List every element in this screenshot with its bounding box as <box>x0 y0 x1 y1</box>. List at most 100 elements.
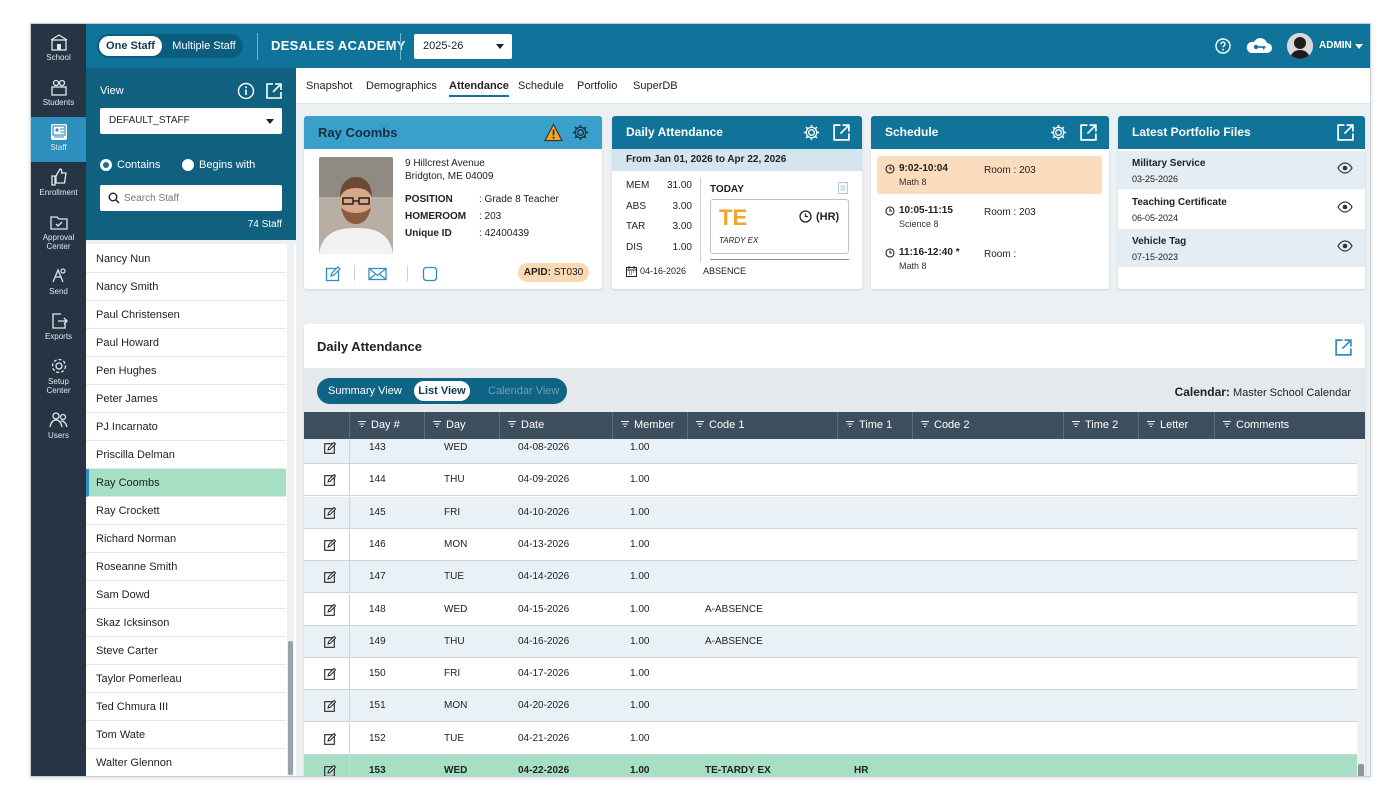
edit-icon[interactable] <box>324 765 336 777</box>
filter-icon[interactable] <box>921 421 929 427</box>
filter-icon[interactable] <box>508 421 516 427</box>
filter-icon[interactable] <box>1223 421 1231 427</box>
popout-icon[interactable] <box>1336 123 1355 142</box>
cloud-key-icon[interactable] <box>1244 36 1274 56</box>
message-icon[interactable] <box>422 266 438 282</box>
filter-icon[interactable] <box>358 421 366 427</box>
column-header-date[interactable]: Date <box>499 412 612 439</box>
eye-icon[interactable] <box>1337 162 1353 174</box>
column-header-letter[interactable]: Letter <box>1138 412 1214 439</box>
staff-list-item[interactable]: Steve Carter <box>86 637 286 665</box>
edit-icon[interactable] <box>324 506 336 519</box>
rail-item-send[interactable]: Send <box>31 261 86 306</box>
edit-icon[interactable] <box>324 732 336 745</box>
filter-icon[interactable] <box>696 421 704 427</box>
staff-list-item[interactable]: Richard Norman <box>86 525 286 553</box>
staff-list-item[interactable]: Nancy Nun <box>86 245 286 273</box>
school-year-select[interactable]: 2025-26 <box>414 34 512 59</box>
filter-icon[interactable] <box>621 421 629 427</box>
begins-with-radio[interactable]: Begins with <box>182 158 255 172</box>
staff-list-scrollbar[interactable] <box>288 641 293 775</box>
staff-list-item[interactable]: Pen Hughes <box>86 357 286 385</box>
staff-list-item[interactable]: Tom Wate <box>86 721 286 749</box>
table-scrollbar[interactable] <box>1358 764 1364 776</box>
list-view-tab[interactable]: List View <box>414 381 470 401</box>
filter-icon[interactable] <box>433 421 441 427</box>
warning-icon[interactable] <box>544 123 563 142</box>
table-row[interactable]: 143 WED 04-08-2026 1.00 <box>304 439 1357 464</box>
staff-list-item[interactable]: Peter James <box>86 385 286 413</box>
filter-icon[interactable] <box>1147 421 1155 427</box>
staff-list-item[interactable]: Paul Howard <box>86 329 286 357</box>
column-header-day[interactable]: Day # <box>349 412 424 439</box>
edit-icon[interactable] <box>324 635 336 648</box>
one-staff-button[interactable]: One Staff <box>99 36 162 56</box>
column-header-time-2[interactable]: Time 2 <box>1063 412 1138 439</box>
staff-search-input[interactable] <box>124 190 274 206</box>
rail-item-approval[interactable]: Approval Center <box>31 207 86 252</box>
rail-item-students[interactable]: Students <box>31 72 86 117</box>
schedule-item[interactable]: 10:05-11:15 Science 8 Room : 203 <box>877 198 1102 236</box>
staff-list-item[interactable]: Sam Dowd <box>86 581 286 609</box>
schedule-item[interactable]: 11:16-12:40 * Math 8 Room : <box>877 240 1102 278</box>
staff-list-item[interactable]: Roseanne Smith <box>86 553 286 581</box>
staff-list-item[interactable]: Skaz Icksinson <box>86 609 286 637</box>
column-header-time-1[interactable]: Time 1 <box>837 412 912 439</box>
table-row[interactable]: 149 THU 04-16-2026 1.00 A-ABSENCE <box>304 625 1357 658</box>
contains-radio[interactable]: Contains <box>100 158 160 172</box>
mail-icon[interactable] <box>368 266 387 282</box>
column-header-day[interactable]: Day <box>424 412 499 439</box>
popout-icon[interactable] <box>1334 338 1353 357</box>
edit-icon[interactable] <box>324 474 336 487</box>
summary-view-tab[interactable]: Summary View <box>328 378 402 404</box>
tab-schedule[interactable]: Schedule <box>518 80 564 92</box>
edit-icon[interactable] <box>324 442 336 454</box>
table-row[interactable]: 146 MON 04-13-2026 1.00 <box>304 528 1357 561</box>
help-icon[interactable] <box>1214 37 1232 55</box>
popout-icon[interactable] <box>265 82 283 100</box>
edit-icon[interactable] <box>324 603 336 616</box>
column-header-code-1[interactable]: Code 1 <box>687 412 837 439</box>
edit-icon[interactable] <box>324 700 336 713</box>
info-icon[interactable] <box>237 82 255 100</box>
gear-icon[interactable] <box>571 123 590 142</box>
edit-icon[interactable] <box>325 266 341 282</box>
filter-icon[interactable] <box>846 421 854 427</box>
rail-item-exports[interactable]: Exports <box>31 306 86 351</box>
eye-icon[interactable] <box>1337 240 1353 252</box>
tab-snapshot[interactable]: Snapshot <box>306 80 352 92</box>
table-row[interactable]: 150 FRI 04-17-2026 1.00 <box>304 658 1357 691</box>
column-header-member[interactable]: Member <box>612 412 687 439</box>
edit-icon[interactable] <box>324 538 336 551</box>
user-menu-label[interactable]: ADMIN <box>1319 40 1352 51</box>
rail-item-school[interactable]: School <box>31 27 86 72</box>
column-header-comments[interactable]: Comments <box>1214 412 1365 439</box>
edit-icon[interactable] <box>324 571 336 584</box>
portfolio-file[interactable]: Teaching Certificate 06-05-2024 <box>1118 190 1365 228</box>
popout-icon[interactable] <box>832 123 851 142</box>
rail-item-users[interactable]: Users <box>31 405 86 450</box>
table-row[interactable]: 153 WED 04-22-2026 1.00 TE-TARDY EX HR <box>304 755 1357 777</box>
rail-item-setup[interactable]: Setup Center <box>31 351 86 396</box>
calendar-selector[interactable]: Calendar: Master School Calendar <box>1175 385 1351 399</box>
gear-icon[interactable] <box>802 123 821 142</box>
user-avatar[interactable] <box>1287 33 1313 59</box>
schedule-item[interactable]: 9:02-10:04 Math 8 Room : 203 <box>877 156 1102 194</box>
rail-item-staff[interactable]: Staff <box>31 117 86 162</box>
staff-list-item[interactable]: Paul Christensen <box>86 301 286 329</box>
multiple-staff-button[interactable]: Multiple Staff <box>167 36 241 56</box>
chevron-down-icon[interactable] <box>1355 44 1363 49</box>
table-scroll-track[interactable] <box>1357 439 1365 776</box>
table-row[interactable]: 144 THU 04-09-2026 1.00 <box>304 464 1357 497</box>
tab-superdb[interactable]: SuperDB <box>633 80 678 92</box>
table-row[interactable]: 147 TUE 04-14-2026 1.00 <box>304 561 1357 594</box>
table-row[interactable]: 151 MON 04-20-2026 1.00 <box>304 690 1357 723</box>
rail-item-enrollment[interactable]: Enrollment <box>31 162 86 207</box>
tab-demographics[interactable]: Demographics <box>366 80 437 92</box>
table-row[interactable]: 148 WED 04-15-2026 1.00 A-ABSENCE <box>304 593 1357 626</box>
staff-list-item[interactable]: Nancy Smith <box>86 273 286 301</box>
portfolio-file[interactable]: Military Service 03-25-2026 <box>1118 151 1365 189</box>
staff-list-item[interactable]: Ray Crockett <box>86 497 286 525</box>
staff-list-item[interactable]: Walter Glennon <box>86 749 286 776</box>
staff-list-item[interactable]: Ted Chmura III <box>86 693 286 721</box>
